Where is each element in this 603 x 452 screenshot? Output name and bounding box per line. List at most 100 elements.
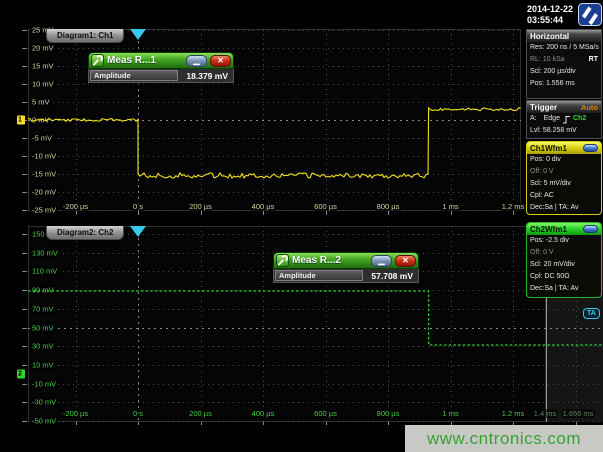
minimize-icon[interactable]: ▁ [186, 55, 207, 67]
d1-y-axis-label: 10 mV [30, 80, 56, 89]
meas1-header[interactable]: Meas R...1 ▁ ✕ [88, 52, 234, 69]
horizontal-scl: Scl: 200 µs/div [530, 66, 576, 78]
d2-y-axis-label: 50 mV [30, 323, 56, 332]
tab-diagram1[interactable]: Diagram1: Ch1 [46, 29, 124, 43]
ruler-tick [138, 211, 139, 215]
d2-y-axis-label: -30 mV [30, 398, 58, 407]
d1-y-axis-label: 0 mV [30, 116, 52, 125]
ch2wfm-title: Ch2Wfm1 [530, 225, 583, 234]
d1-y-axis-label: -15 mV [30, 170, 58, 179]
ch2wfm-panel[interactable]: Ch2Wfm1 Pos: -2.5 div Off: 0 V Scl: 20 m… [526, 222, 602, 298]
ruler-tick [22, 365, 27, 366]
trigger-panel[interactable]: Trigger Auto A: Edge Ch2 Lvl: 58.258 mV [526, 100, 602, 139]
meas1-value: 18.379 mV [178, 71, 232, 81]
d1-y-axis-label: -25 mV [30, 206, 58, 215]
ch2wfm-scl: Scl: 20 mV/div [530, 259, 575, 271]
ch1wfm-dec: Dec:Sa | TA: Av [530, 202, 579, 214]
ch1-reference-marker[interactable]: 1 [17, 116, 25, 125]
ruler-tick [451, 211, 452, 215]
oscilloscope-screen: 25 mV20 mV15 mV10 mV5 mV0 mV-5 mV-10 mV-… [0, 0, 603, 452]
ruler-tick [22, 271, 27, 272]
d1-y-axis-label: 5 mV [30, 98, 52, 107]
horizontal-title: Horizontal [530, 32, 598, 41]
watermark-text: www.cntronics.com [427, 429, 581, 449]
ruler-tick [22, 102, 27, 103]
ruler-tick [22, 253, 27, 254]
d1-x-axis-label: 600 µs [313, 202, 338, 211]
d2-y-axis-label: 90 mV [30, 286, 56, 295]
d2-x-axis-label-dim: 1.4 ms [533, 409, 558, 418]
meas2-param-label: Amplitude [275, 270, 363, 281]
ch1wfm-scl: Scl: 5 mV/div [530, 178, 571, 190]
ruler-tick [22, 328, 27, 329]
ruler-tick [22, 421, 27, 422]
meas-window-1[interactable]: Meas R...1 ▁ ✕ Amplitude 18.379 mV [88, 52, 234, 83]
trigger-position-marker-diagram2[interactable] [130, 226, 146, 237]
horizontal-panel[interactable]: Horizontal Res: 200 ns / 5 MSa/s RL: 10 … [526, 29, 602, 99]
d1-y-axis-label: -20 mV [30, 188, 58, 197]
signal-bar-icon[interactable] [583, 225, 598, 233]
ruler-tick [388, 211, 389, 215]
meas1-body: Amplitude 18.379 mV [88, 69, 234, 83]
date-label: 2014-12-22 [527, 4, 578, 15]
d2-x-axis-label: 1.2 ms [501, 409, 526, 418]
d1-x-axis-label: 800 µs [376, 202, 401, 211]
ch1wfm-panel[interactable]: Ch1Wfm1 Pos: 0 div Off: 0 V Scl: 5 mV/di… [526, 141, 602, 215]
wrench-icon [276, 254, 289, 267]
ch1wfm-header[interactable]: Ch1Wfm1 [527, 142, 601, 154]
tab-diagram2[interactable]: Diagram2: Ch2 [46, 226, 124, 240]
ruler-tick [22, 210, 27, 211]
d2-y-axis-label: 30 mV [30, 342, 56, 351]
d2-y-axis-label: -10 mV [30, 379, 58, 388]
ch1wfm-pos: Pos: 0 div [530, 154, 561, 166]
d1-x-axis-label: 0 s [132, 202, 144, 211]
meas2-title: Meas R...2 [289, 255, 368, 266]
d2-y-axis-label: 70 mV [30, 304, 56, 313]
meas-window-2[interactable]: Meas R...2 ▁ ✕ Amplitude 57.708 mV [273, 252, 419, 283]
rohde-schwarz-logo [578, 3, 602, 26]
signal-bar-icon[interactable] [583, 144, 598, 152]
time-label: 03:55:44 [527, 15, 578, 26]
horizontal-pos: Pos: 1.556 ms [530, 78, 575, 90]
trigger-level: Lvl: 58.258 mV [530, 125, 577, 137]
ch2wfm-off: Off: 0 V [530, 247, 554, 259]
trigger-source: Ch2 [573, 113, 586, 125]
d2-y-axis-label: 110 mV [30, 267, 59, 276]
horizontal-res: Res: 200 ns / 5 MSa/s [530, 42, 599, 54]
d2-x-axis-label-dim: 1.656 ms [562, 409, 595, 418]
d1-x-axis-label: 400 µs [251, 202, 276, 211]
ruler-tick [22, 384, 27, 385]
d2-x-axis-label: 800 µs [376, 409, 401, 418]
close-icon[interactable]: ✕ [210, 55, 231, 67]
d2-x-axis-label: -200 µs [62, 409, 89, 418]
ruler-tick [326, 211, 327, 215]
meas2-value: 57.708 mV [363, 271, 417, 281]
ruler-tick [22, 290, 27, 291]
ch2wfm-cpl: Cpl: DC 50Ω [530, 271, 569, 283]
ch2-reference-marker[interactable]: 2 [17, 370, 25, 379]
ch2wfm-dec: Dec:Sa | TA: Av [530, 283, 579, 295]
ch1wfm-off: Off: 0 V [530, 166, 554, 178]
close-icon[interactable]: ✕ [395, 255, 416, 267]
d1-x-axis-label: 1.2 ms [501, 202, 526, 211]
ruler-tick [513, 211, 514, 215]
ruler-tick [201, 211, 202, 215]
ch2wfm-header[interactable]: Ch2Wfm1 [527, 223, 601, 235]
trigger-position-marker-diagram1[interactable] [130, 29, 146, 40]
minimize-icon[interactable]: ▁ [371, 255, 392, 267]
trigger-title: Trigger [530, 103, 581, 112]
wrench-icon [91, 54, 104, 67]
ruler-tick [22, 156, 27, 157]
ruler-tick [22, 48, 27, 49]
edge-slope-icon [562, 115, 571, 124]
d1-y-axis-label: -5 mV [30, 134, 54, 143]
ch1wfm-title: Ch1Wfm1 [530, 144, 583, 153]
trigger-a-label: A: [530, 113, 537, 125]
d2-x-axis-label: 400 µs [251, 409, 276, 418]
watermark-panel: www.cntronics.com [405, 425, 603, 452]
ruler-tick [76, 211, 77, 215]
ruler-tick [22, 192, 27, 193]
ch1wfm-cpl: Cpl: AC [530, 190, 554, 202]
meas2-header[interactable]: Meas R...2 ▁ ✕ [273, 252, 419, 269]
ruler-tick [22, 66, 27, 67]
